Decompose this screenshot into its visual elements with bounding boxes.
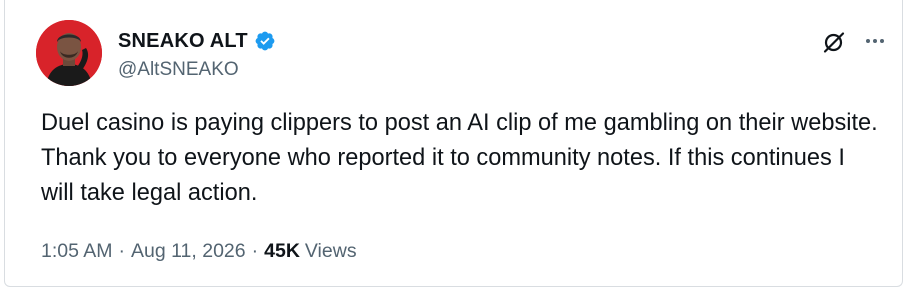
tweet-meta: 1:05 AM · Aug 11, 2026 · 45K Views — [41, 238, 357, 264]
grok-icon[interactable] — [821, 29, 847, 55]
views-label[interactable]: Views — [305, 238, 357, 264]
meta-separator: · — [251, 240, 259, 262]
meta-separator: · — [118, 240, 126, 262]
views-count[interactable]: 45K — [264, 238, 300, 264]
profile-photo-icon — [36, 20, 102, 86]
tweet-text: Duel casino is paying clippers to post a… — [41, 110, 878, 206]
tweet-time[interactable]: 1:05 AM — [41, 238, 113, 264]
more-options-icon[interactable] — [863, 29, 887, 53]
author-name-row: SNEAKO ALT — [118, 28, 276, 54]
author-handle[interactable]: @AltSNEAKO — [118, 58, 239, 82]
verified-badge-icon[interactable] — [254, 30, 276, 52]
avatar[interactable] — [36, 20, 102, 86]
author-display-name[interactable]: SNEAKO ALT — [118, 28, 248, 54]
tweet-date[interactable]: Aug 11, 2026 — [131, 238, 246, 264]
tweet-card: SNEAKO ALT @AltSNEAKO Duel casino is pay… — [4, 0, 903, 287]
